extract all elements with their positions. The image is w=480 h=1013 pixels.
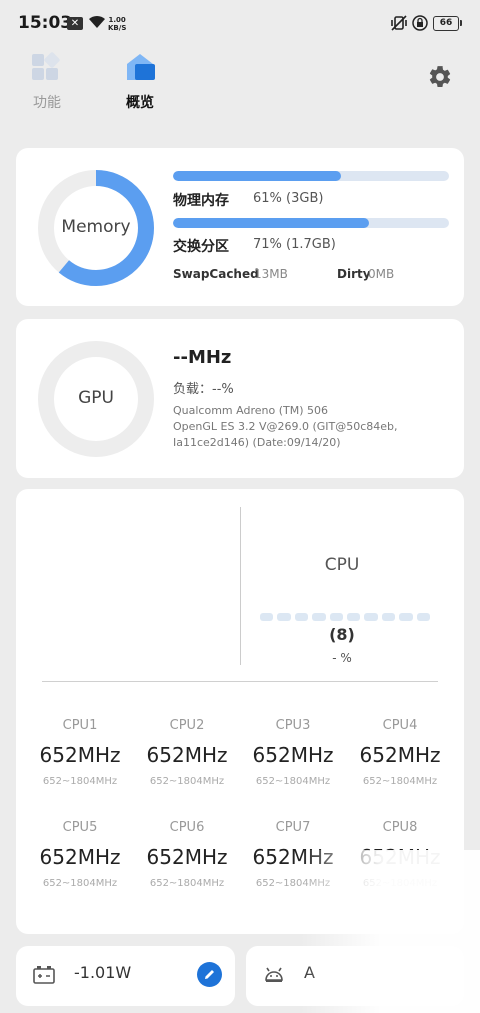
memory-ring: Memory bbox=[36, 168, 156, 288]
gpu-load: 负载：--% bbox=[173, 382, 234, 397]
vibrate-icon bbox=[391, 15, 407, 31]
gpu-frequency: --MHz bbox=[173, 347, 232, 368]
cpu-core-2: CPU2 652MHz 652~1804MHz bbox=[146, 718, 228, 787]
android-card[interactable]: A bbox=[246, 946, 464, 1006]
battery-indicator: 66 bbox=[433, 16, 462, 31]
gpu-renderer: Qualcomm Adreno (TM) 506 bbox=[173, 404, 328, 417]
home-icon bbox=[127, 54, 155, 80]
wifi-icon bbox=[89, 15, 105, 28]
cpu-core-count: (8) bbox=[329, 625, 355, 644]
gpu-card[interactable]: GPU --MHz 负载：--% Qualcomm Adreno (TM) 50… bbox=[16, 319, 464, 478]
battery-icon bbox=[33, 966, 55, 984]
status-time: 15:03 bbox=[18, 13, 73, 33]
tab-overview-label: 概览 bbox=[126, 95, 154, 111]
gear-icon[interactable] bbox=[427, 64, 453, 90]
swap-cached-value: 13MB bbox=[254, 267, 288, 281]
cpu-core-6: CPU6 652MHz 652~1804MHz bbox=[146, 820, 228, 889]
dirty-label: Dirty bbox=[337, 267, 371, 281]
pencil-icon bbox=[205, 970, 214, 979]
cpu-core-1: CPU1 652MHz 652~1804MHz bbox=[39, 718, 121, 787]
gpu-ring: GPU bbox=[36, 339, 156, 459]
memory-card[interactable]: Memory 物理内存 61% (3GB) 交换分区 71% (1.7GB) S… bbox=[16, 148, 464, 306]
swap-label: 交换分区 bbox=[173, 239, 229, 255]
gpu-info: Qualcomm Adreno (TM) 506 OpenGL ES 3.2 V… bbox=[173, 403, 443, 451]
dirty-value: 0MB bbox=[368, 267, 395, 281]
power-card[interactable]: -1.01W bbox=[16, 946, 235, 1006]
cpu-title: CPU bbox=[324, 555, 360, 575]
cpu-core-8: CPU8 652MHz 652~1804MHz bbox=[359, 820, 441, 889]
swap-bar-fill bbox=[173, 218, 369, 228]
net-speed: 1.00 KB/S bbox=[108, 16, 127, 32]
cpu-core-3: CPU3 652MHz 652~1804MHz bbox=[252, 718, 334, 787]
cpu-load-indicator bbox=[260, 613, 431, 621]
notification-icon: ✕ bbox=[67, 17, 83, 30]
cpu-card[interactable]: CPU (8) - % CPU1 652MHz 652~1804MHz CPU2 65… bbox=[16, 489, 464, 934]
tab-functions[interactable]: 功能 bbox=[17, 52, 77, 112]
swap-value: 71% (1.7GB) bbox=[253, 237, 336, 252]
swap-bar bbox=[173, 218, 449, 228]
status-bar: 15:03 ✕ 1.00 KB/S 66 bbox=[0, 0, 480, 46]
gpu-gl-build: Ia11ce2d146) (Date:09/14/20) bbox=[173, 436, 341, 449]
android-value: A bbox=[304, 963, 315, 982]
physical-memory-label: 物理内存 bbox=[173, 193, 229, 209]
swap-cached-label: SwapCached bbox=[173, 267, 259, 281]
gpu-ring-label: GPU bbox=[78, 388, 114, 408]
cpu-divider-horizontal bbox=[42, 681, 438, 682]
gpu-gl-version: OpenGL ES 3.2 V@269.0 (GIT@50c84eb, bbox=[173, 420, 398, 433]
tab-functions-label: 功能 bbox=[33, 95, 61, 111]
edit-button[interactable] bbox=[197, 962, 222, 987]
physical-memory-bar-fill bbox=[173, 171, 342, 181]
power-value: -1.01W bbox=[74, 963, 132, 982]
physical-memory-bar bbox=[173, 171, 449, 181]
cpu-divider-vertical bbox=[240, 507, 241, 665]
physical-memory-value: 61% (3GB) bbox=[253, 191, 324, 206]
cpu-core-7: CPU7 652MHz 652~1804MHz bbox=[252, 820, 334, 889]
memory-ring-label: Memory bbox=[61, 217, 131, 237]
cpu-core-4: CPU4 652MHz 652~1804MHz bbox=[359, 718, 441, 787]
lock-icon bbox=[412, 15, 428, 31]
cpu-load: - % bbox=[332, 651, 352, 665]
tab-overview[interactable]: 概览 bbox=[110, 52, 170, 112]
android-icon bbox=[265, 967, 283, 982]
cpu-core-5: CPU5 652MHz 652~1804MHz bbox=[39, 820, 121, 889]
grid-icon bbox=[32, 52, 60, 80]
